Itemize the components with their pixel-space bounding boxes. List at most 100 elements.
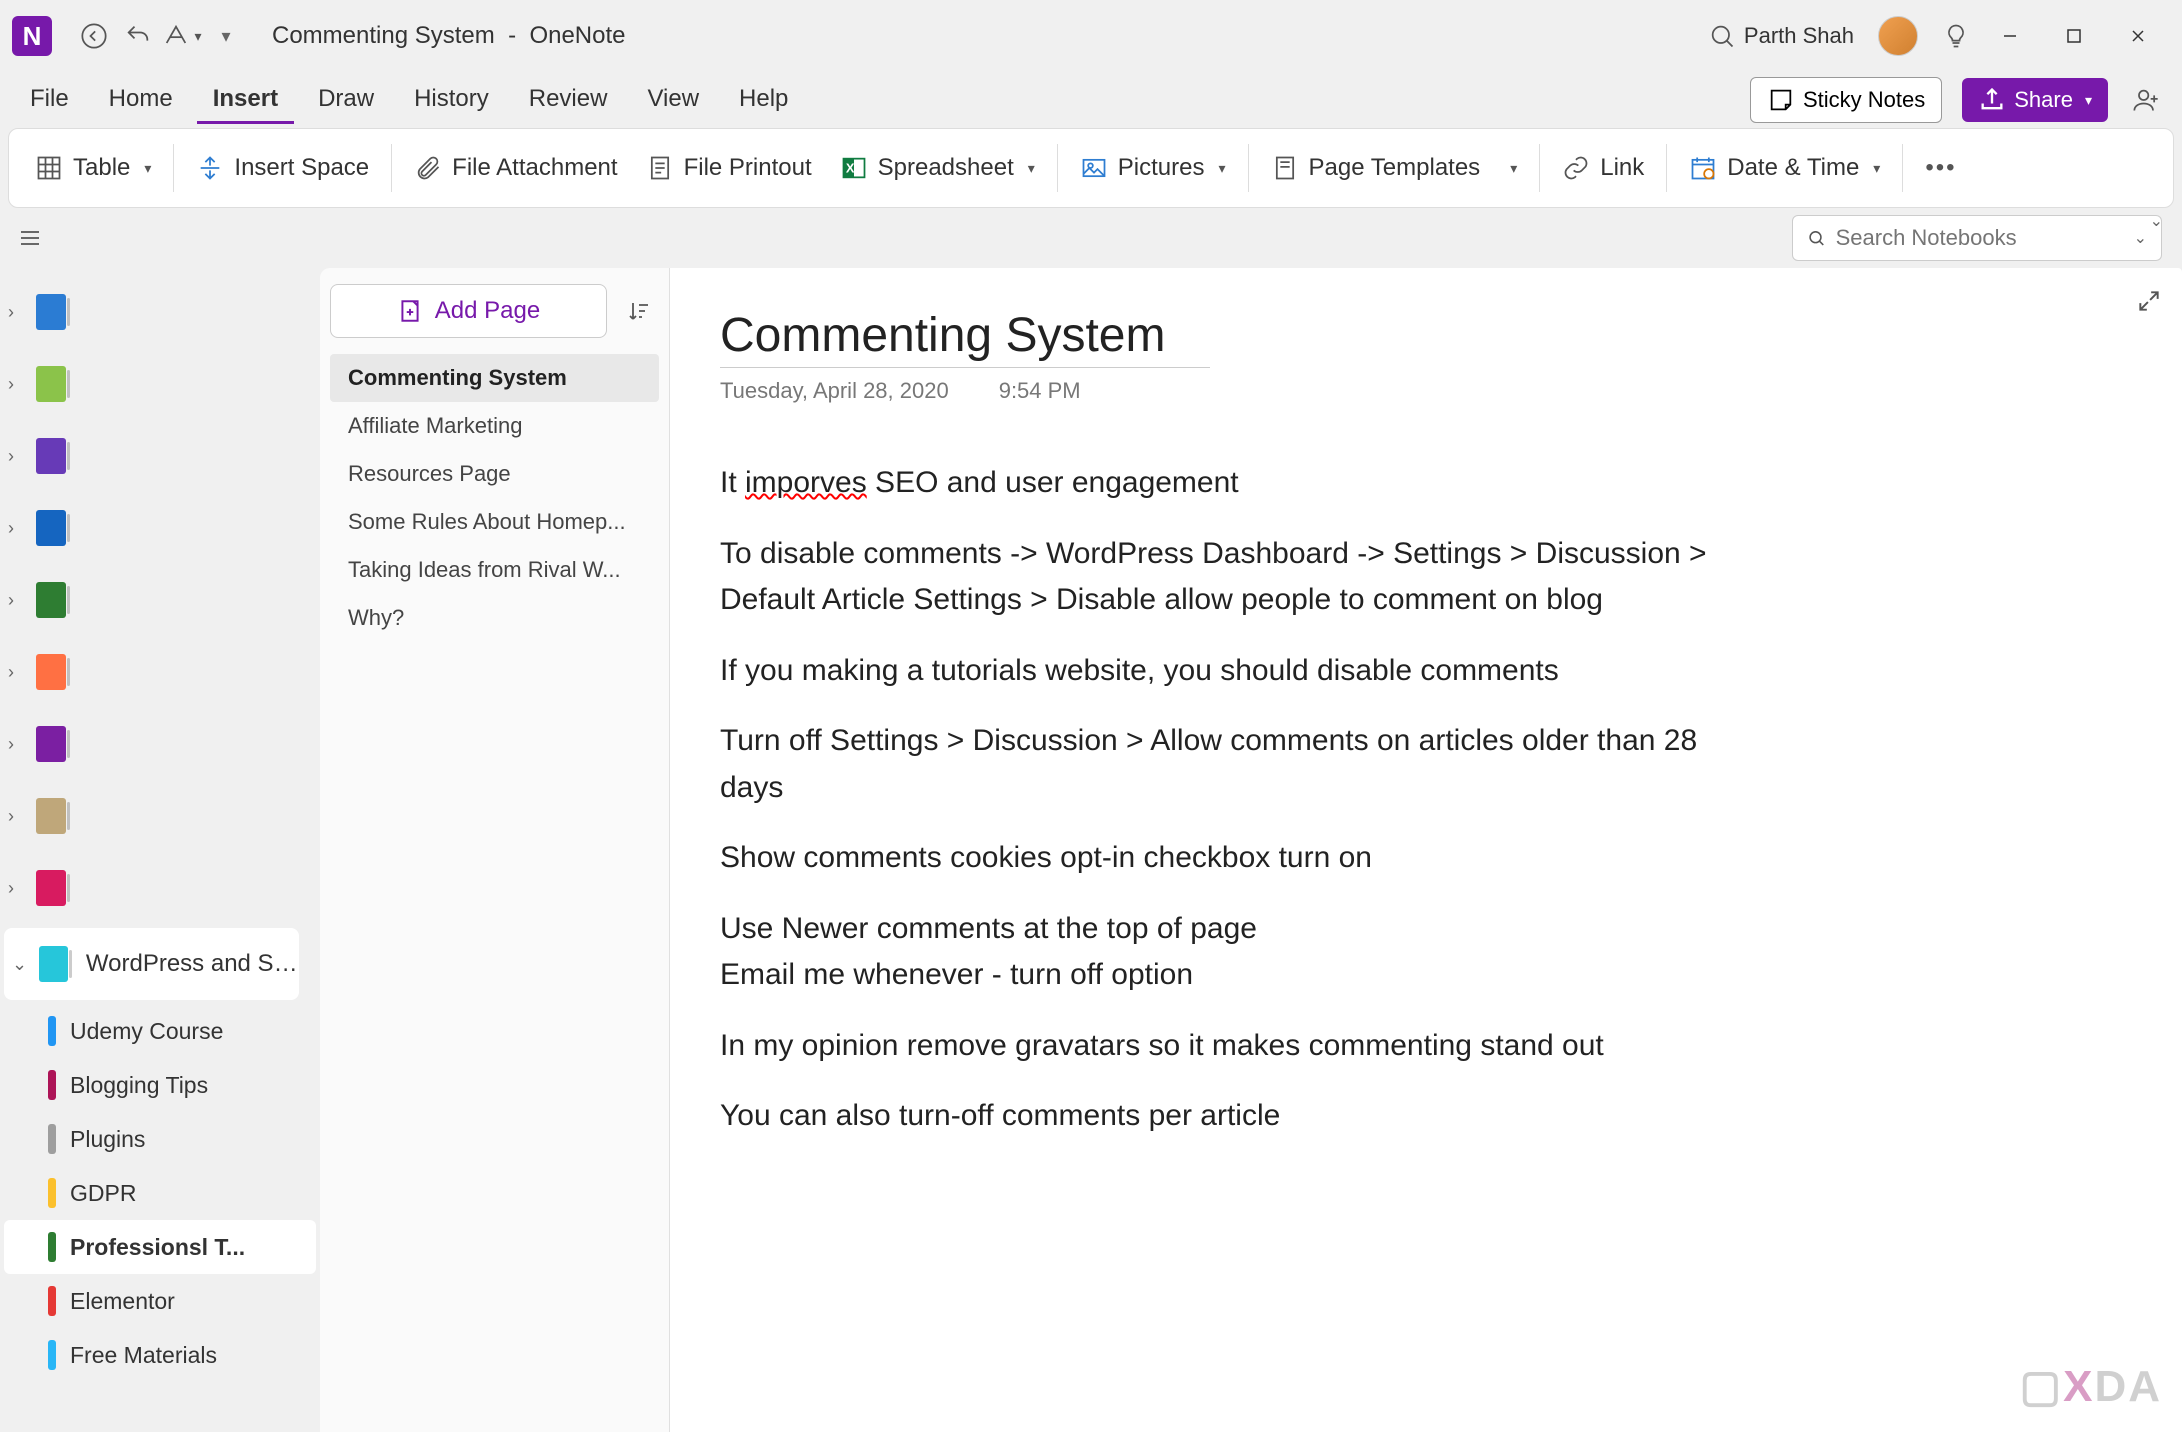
page-meta: Tuesday, April 28, 2020 9:54 PM: [720, 378, 2132, 404]
ribbon-link[interactable]: Link: [1548, 146, 1658, 190]
insert-space-icon: [196, 154, 224, 182]
ribbon-spreadsheet[interactable]: X Spreadsheet▾: [826, 146, 1049, 190]
page-content[interactable]: Commenting System Tuesday, April 28, 202…: [670, 268, 2182, 1432]
notebook-icon: [36, 726, 66, 762]
notebook-item[interactable]: ›: [0, 564, 320, 636]
search-input[interactable]: [1836, 225, 2124, 251]
page-list-item[interactable]: Commenting System: [330, 354, 659, 402]
page-list-panel: Add Page Commenting SystemAffiliate Mark…: [320, 268, 670, 1432]
search-button[interactable]: [1700, 14, 1744, 58]
back-button[interactable]: [72, 14, 116, 58]
ribbon-insert-space-label: Insert Space: [234, 154, 369, 182]
notebook-item[interactable]: ›: [0, 420, 320, 492]
add-page-button[interactable]: Add Page: [330, 284, 607, 338]
undo-button[interactable]: [116, 14, 160, 58]
section-item[interactable]: Elementor: [4, 1274, 316, 1328]
section-color-tab: [48, 1178, 56, 1208]
menu-home[interactable]: Home: [93, 77, 189, 124]
menu-view[interactable]: View: [631, 77, 715, 124]
notebook-icon: [36, 582, 66, 618]
paragraph[interactable]: Use Newer comments at the top of page Em…: [720, 906, 1720, 999]
paragraph[interactable]: If you making a tutorials website, you s…: [720, 648, 1720, 695]
user-name[interactable]: Parth Shah: [1744, 23, 1854, 49]
main-area: ››››››››› ⌄ WordPress and SEO Udemy Cour…: [0, 268, 2182, 1432]
pictures-icon: [1080, 154, 1108, 182]
menu-file[interactable]: File: [14, 77, 85, 124]
ribbon-insert-space[interactable]: Insert Space: [182, 146, 383, 190]
separator: [1539, 144, 1540, 192]
paragraph[interactable]: Turn off Settings > Discussion > Allow c…: [720, 718, 1720, 811]
close-button[interactable]: [2106, 14, 2170, 58]
notebook-item[interactable]: ›: [0, 852, 320, 924]
paragraph[interactable]: You can also turn-off comments per artic…: [720, 1093, 1720, 1140]
share-button[interactable]: Share ▾: [1962, 78, 2108, 122]
ribbon-pictures[interactable]: Pictures▾: [1066, 146, 1240, 190]
menu-review[interactable]: Review: [513, 77, 624, 124]
page-list-item[interactable]: Affiliate Marketing: [330, 402, 659, 450]
section-item[interactable]: Plugins: [4, 1112, 316, 1166]
ribbon-more[interactable]: •••: [1911, 146, 1970, 190]
menu-history[interactable]: History: [398, 77, 505, 124]
note-body[interactable]: It imporves SEO and user engagement To d…: [720, 460, 1720, 1140]
page-title[interactable]: Commenting System: [720, 308, 1210, 368]
menu-draw[interactable]: Draw: [302, 77, 390, 124]
menu-help[interactable]: Help: [723, 77, 804, 124]
section-item[interactable]: Udemy Course: [4, 1004, 316, 1058]
ribbon: Table▾ Insert Space File Attachment File…: [8, 128, 2174, 208]
nav-toggle-button[interactable]: [10, 218, 50, 258]
user-avatar[interactable]: [1878, 16, 1918, 56]
notebook-icon: [36, 438, 66, 474]
page-list-item[interactable]: Resources Page: [330, 450, 659, 498]
people-button[interactable]: [2124, 78, 2168, 122]
spreadsheet-icon: X: [840, 154, 868, 182]
ribbon-collapse-button[interactable]: ⌄: [2150, 211, 2163, 231]
ribbon-pictures-label: Pictures: [1118, 154, 1205, 182]
separator: [391, 144, 392, 192]
customize-qat-button[interactable]: ▾: [204, 14, 248, 58]
paragraph[interactable]: In my opinion remove gravatars so it mak…: [720, 1023, 1720, 1070]
page-list-item[interactable]: Taking Ideas from Rival W...: [330, 546, 659, 594]
section-item[interactable]: GDPR: [4, 1166, 316, 1220]
sort-button[interactable]: [619, 291, 659, 331]
section-item[interactable]: Free Materials: [4, 1328, 316, 1382]
date-time-icon: [1689, 154, 1717, 182]
ribbon-table-label: Table: [73, 154, 130, 182]
notebook-icon: [36, 366, 66, 402]
menu-insert[interactable]: Insert: [197, 77, 294, 124]
section-color-tab: [48, 1286, 56, 1316]
table-icon: [35, 154, 63, 182]
paragraph[interactable]: Show comments cookies opt-in checkbox tu…: [720, 835, 1720, 882]
paragraph[interactable]: To disable comments -> WordPress Dashboa…: [720, 531, 1720, 624]
misspelled-word[interactable]: imporves: [745, 466, 867, 499]
minimize-button[interactable]: [1978, 14, 2042, 58]
notebook-item[interactable]: ›: [0, 636, 320, 708]
ribbon-table[interactable]: Table▾: [21, 146, 165, 190]
search-box[interactable]: ⌄: [1792, 215, 2162, 261]
notebook-item[interactable]: ›: [0, 780, 320, 852]
ribbon-date-time[interactable]: Date & Time▾: [1675, 146, 1894, 190]
section-item[interactable]: Professionsl T...: [4, 1220, 316, 1274]
expand-button[interactable]: [2136, 288, 2162, 319]
styles-button[interactable]: ▾: [160, 14, 204, 58]
notebook-item[interactable]: ›: [0, 492, 320, 564]
ribbon-file-printout[interactable]: File Printout: [632, 146, 826, 190]
notebook-item[interactable]: ›: [0, 348, 320, 420]
ribbon-file-attachment[interactable]: File Attachment: [400, 146, 631, 190]
notebook-item[interactable]: ›: [0, 708, 320, 780]
section-label: Blogging Tips: [70, 1072, 208, 1099]
lightbulb-button[interactable]: [1934, 14, 1978, 58]
notebook-expanded[interactable]: ⌄ WordPress and SEO: [4, 928, 299, 1000]
maximize-button[interactable]: [2042, 14, 2106, 58]
page-list-item[interactable]: Why?: [330, 594, 659, 642]
notebook-label: WordPress and SEO: [86, 950, 299, 978]
page-list-item[interactable]: Some Rules About Homep...: [330, 498, 659, 546]
ribbon-page-templates[interactable]: Page Templates ▾: [1257, 146, 1532, 190]
chevron-down-icon[interactable]: ⌄: [2134, 228, 2147, 248]
notebook-item[interactable]: ›: [0, 276, 320, 348]
sticky-notes-button[interactable]: Sticky Notes: [1750, 77, 1942, 123]
section-item[interactable]: Blogging Tips: [4, 1058, 316, 1112]
paragraph[interactable]: It imporves SEO and user engagement: [720, 460, 1720, 507]
ribbon-page-templates-label: Page Templates: [1309, 154, 1481, 182]
chevron-right-icon: ›: [8, 374, 28, 395]
chevron-right-icon: ›: [8, 446, 28, 467]
